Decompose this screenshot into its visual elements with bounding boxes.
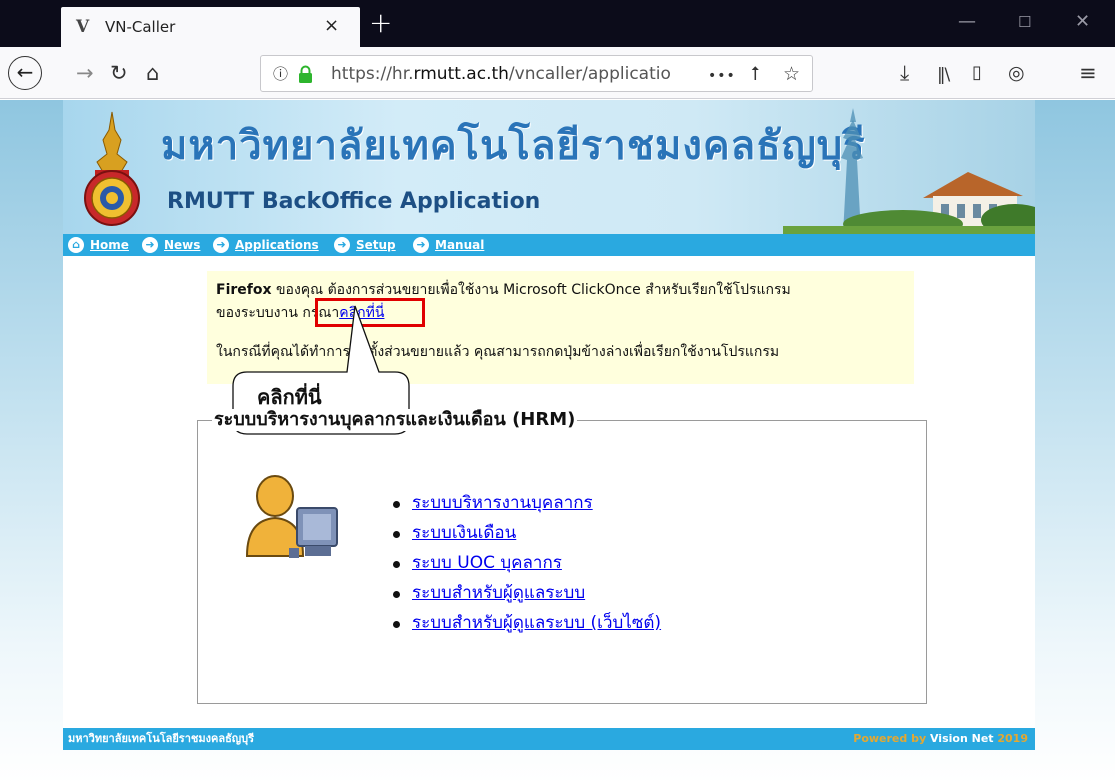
site-info-icon[interactable]: ⓘ <box>273 65 288 83</box>
bullet-icon <box>393 591 400 598</box>
main-menu: ⌂ Home ➜ News ➜ Applications ➜ Setup ➜ M… <box>63 234 1035 256</box>
hrm-link-admin-website[interactable]: ระบบสำหรับผู้ดูแลระบบ (เว็บไซต์) <box>412 612 661 634</box>
sidebar-icon[interactable]: ▯ <box>972 61 982 85</box>
site-favicon-icon: V <box>76 17 90 37</box>
tab-title: VN-Caller <box>105 18 176 36</box>
close-window-icon[interactable]: ✕ <box>1075 12 1090 32</box>
home-icon[interactable]: ⌂ <box>146 61 159 85</box>
university-name: มหาวิทยาลัยเทคโนโลยีราชมงคลธัญบุรี <box>161 122 866 169</box>
bullet-icon <box>393 501 400 508</box>
hrm-section-title: ระบบบริหารงานบุคลากรและเงินเดือน (HRM) <box>212 409 578 431</box>
user-computer-icon <box>245 475 338 558</box>
tab-close-icon[interactable]: × <box>324 16 339 36</box>
footer-university-name: มหาวิทยาลัยเทคโนโลยีราชมงคลธัญบุรี <box>68 732 255 745</box>
account-icon[interactable]: ◎ <box>1008 61 1025 85</box>
minimize-window-icon[interactable]: — <box>958 12 976 32</box>
university-logo-icon <box>84 111 140 226</box>
footer-credit: Powered by Vision Net 2019 <box>853 732 1028 745</box>
app-title: RMUTT BackOffice Application <box>167 189 541 214</box>
pocket-icon[interactable]: ⭡ <box>751 63 760 85</box>
bullet-icon <box>393 531 400 538</box>
hrm-section <box>197 420 927 704</box>
notice-line-1: Firefox ของคุณ ต้องการส่วนขยายเพื่อใช้งา… <box>216 282 791 298</box>
forward-arrow-icon[interactable]: → <box>76 61 94 85</box>
hrm-link-personnel[interactable]: ระบบบริหารงานบุคลากร <box>412 492 593 514</box>
hrm-link-salary[interactable]: ระบบเงินเดือน <box>412 522 516 544</box>
downloads-icon[interactable]: ⤓ <box>900 61 909 85</box>
site-footer: มหาวิทยาลัยเทคโนโลยีราชมงคลธัญบุรี Power… <box>63 728 1035 750</box>
home-icon: ⌂ <box>68 237 84 253</box>
library-icon[interactable]: ‖\ <box>937 63 950 87</box>
reload-icon[interactable]: ↻ <box>110 61 128 85</box>
back-arrow-icon[interactable]: ← <box>8 56 42 90</box>
arrow-circle-icon: ➜ <box>142 237 158 253</box>
callout-text: คลิกที่นี่ <box>257 385 322 409</box>
browser-toolbar: ← → ↻ ⌂ ⓘ https://hr.rmutt.ac.th/vncalle… <box>0 47 1115 99</box>
browser-tab-bar: V VN-Caller × + — ☐ ✕ <box>0 0 1115 47</box>
url-text[interactable]: https://hr.rmutt.ac.th/vncaller/applicat… <box>331 64 671 85</box>
page-actions-more-icon[interactable]: ••• <box>708 65 736 87</box>
site-banner: มหาวิทยาลัยเทคโนโลยีราชมงคลธัญบุรี RMUTT… <box>63 100 1035 234</box>
new-tab-icon[interactable]: + <box>369 7 392 39</box>
arrow-circle-icon: ➜ <box>213 237 229 253</box>
bookmark-star-icon[interactable]: ☆ <box>783 63 800 85</box>
browser-tab[interactable]: V VN-Caller × <box>61 7 360 47</box>
hrm-link-uoc[interactable]: ระบบ UOC บุคลากร <box>412 552 562 574</box>
maximize-window-icon[interactable]: ☐ <box>1018 12 1031 32</box>
hrm-link-admin[interactable]: ระบบสำหรับผู้ดูแลระบบ <box>412 582 585 604</box>
arrow-circle-icon: ➜ <box>413 237 429 253</box>
bullet-icon <box>393 561 400 568</box>
url-bar[interactable]: ⓘ https://hr.rmutt.ac.th/vncaller/applic… <box>260 55 813 92</box>
padlock-icon <box>299 65 312 83</box>
hamburger-menu-icon[interactable]: ≡ <box>1079 61 1097 85</box>
bullet-icon <box>393 621 400 628</box>
campus-scene-image <box>783 108 1035 234</box>
arrow-circle-icon: ➜ <box>334 237 350 253</box>
